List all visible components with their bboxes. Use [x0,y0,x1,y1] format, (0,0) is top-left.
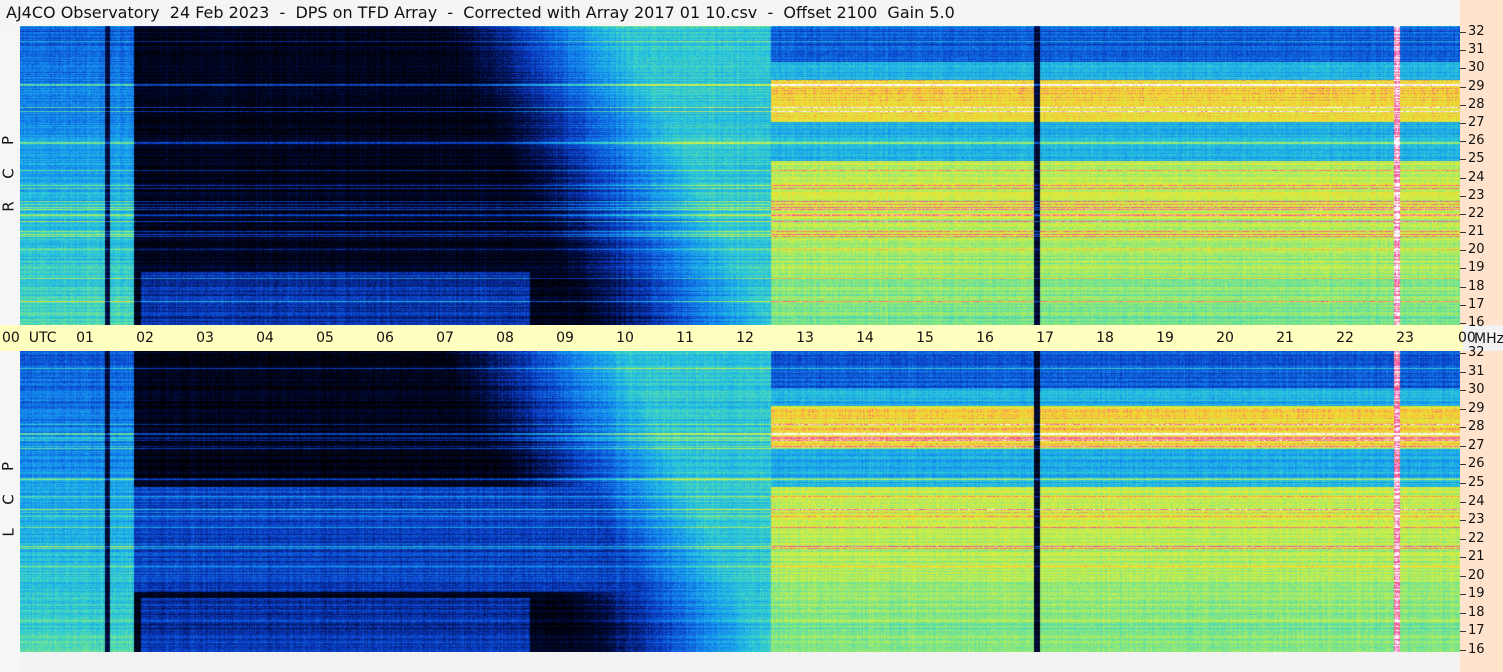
lcp-freq-tick-label: 30 [1460,382,1503,398]
rcp-freq-tick-label: 28 [1460,97,1503,113]
hour-tick-label: 08 [496,330,514,346]
lcp-freq-tick-label: 32 [1460,345,1503,361]
hour-tick-label: 20 [1216,330,1234,346]
hour-tick-label: 11 [676,330,694,346]
hour-tick-label: 02 [136,330,154,346]
rcp-freq-tick-label: 26 [1460,133,1503,149]
hour-tick-label: 16 [976,330,994,346]
lcp-freq-tick-label: 22 [1460,531,1503,547]
hour-tick-label: 18 [1096,330,1114,346]
rcp-freq-tick-label: 31 [1460,42,1503,58]
hour-tick-label: 05 [316,330,334,346]
lcp-freq-tick-label: 21 [1460,549,1503,565]
hour-tick-label: 01 [76,330,94,346]
hour-tick-label: 00 UTC [2,330,57,346]
lcp-freq-tick-label: 31 [1460,364,1503,380]
rcp-freq-tick-label: 20 [1460,242,1503,258]
hour-tick-label: 15 [916,330,934,346]
rcp-label: P C R [0,124,18,223]
lcp-freq-tick-label: 29 [1460,401,1503,417]
rcp-freq-tick-label: 27 [1460,115,1503,131]
rcp-spectrogram [20,26,1460,325]
lcp-freq-tick-label: 19 [1460,586,1503,602]
hour-tick-label: 04 [256,330,274,346]
lcp-freq-tick-label: 28 [1460,419,1503,435]
rcp-freq-tick-label: 21 [1460,224,1503,240]
hour-tick-label: 19 [1156,330,1174,346]
chart-title: AJ4CO Observatory 24 Feb 2023 - DPS on T… [6,3,955,22]
hour-tick-label: 22 [1336,330,1354,346]
rcp-freq-tick-label: 19 [1460,260,1503,276]
lcp-freq-tick-label: 16 [1460,642,1503,658]
lcp-spectrogram [20,351,1460,652]
lcp-freq-tick-label: 24 [1460,494,1503,510]
lcp-freq-tick-label: 18 [1460,605,1503,621]
rcp-freq-tick-label: 18 [1460,279,1503,295]
hour-tick-label: 06 [376,330,394,346]
lcp-freq-tick-label: 20 [1460,568,1503,584]
lcp-freq-tick-label: 17 [1460,623,1503,639]
lcp-freq-tick-label: 27 [1460,438,1503,454]
hour-tick-label: 09 [556,330,574,346]
hour-tick-label: 07 [436,330,454,346]
lcp-freq-tick-label: 26 [1460,456,1503,472]
rcp-freq-tick-label: 25 [1460,151,1503,167]
lcp-freq-tick-label: 23 [1460,512,1503,528]
lcp-freq-tick-label: 25 [1460,475,1503,491]
hour-tick-label: 23 [1396,330,1414,346]
rcp-freq-tick-label: 30 [1460,60,1503,76]
time-axis: 00 UTC 01 02 03 04 05 06 07 08 09 10 11 12 13 14 15 16 17… [0,325,1476,351]
hour-tick-label: 12 [736,330,754,346]
hour-tick-label: 03 [196,330,214,346]
hour-tick-label: 21 [1276,330,1294,346]
rcp-freq-tick-label: 32 [1460,24,1503,40]
hour-tick-label: 14 [856,330,874,346]
rcp-freq-tick-label: 22 [1460,206,1503,222]
rcp-freq-tick-label: 24 [1460,170,1503,186]
rcp-freq-tick-label: 16 [1460,315,1503,331]
rcp-freq-tick-label: 23 [1460,188,1503,204]
hour-tick-label: 17 [1036,330,1054,346]
hour-tick-label: 10 [616,330,634,346]
lcp-label: P C L [0,450,17,549]
hour-tick-label: 13 [796,330,814,346]
rcp-freq-tick-label: 29 [1460,79,1503,95]
rcp-freq-tick-label: 17 [1460,297,1503,313]
